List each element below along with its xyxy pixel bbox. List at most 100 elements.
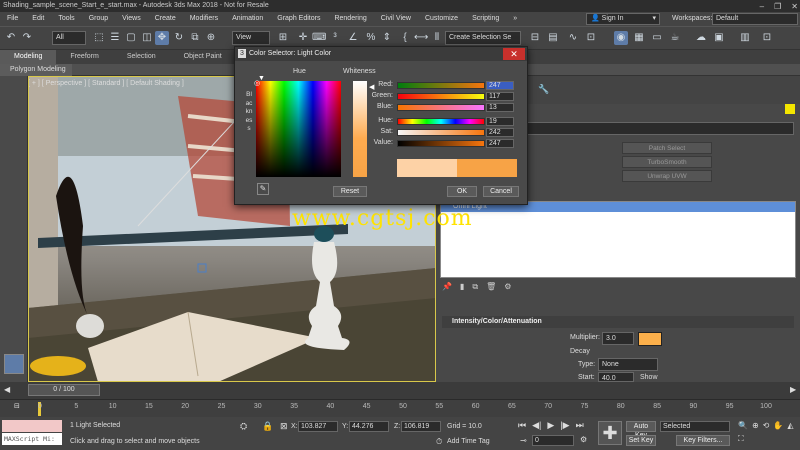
hue-slider[interactable]	[397, 118, 485, 125]
undo-icon[interactable]: ↶	[4, 31, 18, 45]
time-slider[interactable]: ◀ 0 / 100 ▶	[0, 382, 800, 399]
orbit-icon[interactable]: ⟲	[763, 421, 770, 430]
field-of-view-icon[interactable]: ◭	[787, 421, 793, 430]
redo-icon[interactable]: ↷	[20, 31, 34, 45]
utilities-icon[interactable]: 🔧	[538, 84, 549, 95]
set-key-plus-button[interactable]: ✚	[598, 421, 622, 445]
z-coord-field[interactable]: 106.819	[401, 421, 441, 432]
time-config-icon[interactable]: ⚙	[580, 435, 587, 444]
track-bar[interactable]: ⊟ 0 5 10 15 20 25 30 35 40 45 50 55 60 65 70 75 80 85 90 95…	[0, 399, 800, 417]
align-icon[interactable]: ⫴	[430, 31, 444, 45]
decay-type-dropdown[interactable]: None	[598, 358, 658, 371]
scene-explorer-icon[interactable]: ⊟	[528, 31, 542, 45]
value-spinner[interactable]: 247	[486, 139, 514, 148]
absolute-mode-icon[interactable]: ⊠	[280, 421, 288, 432]
modifier-list-dropdown[interactable]	[526, 122, 794, 135]
maxscript-listener[interactable]: MAXScript Mi:	[2, 433, 62, 445]
omni-light-gizmo[interactable]	[197, 263, 207, 273]
object-color-swatch[interactable]	[785, 104, 795, 114]
viewport-layout-icon[interactable]: ▥	[738, 31, 752, 45]
prev-frame-icon[interactable]: ◀	[4, 385, 10, 394]
sign-in-dropdown[interactable]: 👤 Sign In ▾	[586, 13, 660, 25]
auto-key-button[interactable]: Auto Key	[626, 421, 656, 439]
menu-civil-view[interactable]: Civil View	[374, 12, 418, 26]
material-editor-icon[interactable]: ◉	[614, 31, 628, 45]
x-coord-field[interactable]: 103.827	[298, 421, 338, 432]
viewport-label[interactable]: [ + ] [ Perspective ] [ Standard ] [ Def…	[28, 80, 184, 87]
pin-stack-icon[interactable]: 📌	[442, 282, 452, 292]
maxscript-listener-top[interactable]	[2, 420, 62, 432]
spinner-snap-icon[interactable]: ⇕	[380, 31, 394, 45]
time-tag-icon[interactable]: ⏱	[436, 437, 442, 447]
add-time-tag[interactable]: Add Time Tag	[447, 438, 490, 445]
play-icon[interactable]: ▶	[547, 420, 554, 431]
maximize-viewport-icon[interactable]: ⛶	[738, 434, 744, 444]
menu-modifiers[interactable]: Modifiers	[183, 12, 225, 26]
red-spinner[interactable]: 247	[486, 81, 514, 90]
menu-customize[interactable]: Customize	[418, 12, 465, 26]
configure-modifier-icon[interactable]: ⚙	[504, 282, 511, 292]
polygon-modeling-label[interactable]: Polygon Modeling	[0, 64, 72, 76]
window-crossing-icon[interactable]: ◫	[140, 31, 154, 45]
select-move-icon[interactable]: ✥	[155, 31, 169, 45]
percent-snap-icon[interactable]: %	[364, 31, 378, 45]
green-spinner[interactable]: 117	[486, 92, 514, 101]
zoom-icon[interactable]: 🔍	[738, 421, 748, 430]
a360-icon[interactable]: ▣	[712, 31, 726, 45]
pivot-icon[interactable]: ⊞	[276, 31, 290, 45]
rendered-frame-icon[interactable]: ▭	[650, 31, 664, 45]
menu-scripting[interactable]: Scripting	[465, 12, 506, 26]
rollout-intensity[interactable]: Intensity/Color/Attenuation	[442, 316, 794, 328]
blue-slider[interactable]	[397, 104, 485, 111]
menu-file[interactable]: File	[0, 12, 25, 26]
select-manipulate-icon[interactable]: ✛	[296, 31, 310, 45]
eyedropper-icon[interactable]: ✎	[257, 183, 269, 195]
scale-icon[interactable]: ⧉	[188, 31, 202, 45]
show-end-result-icon[interactable]: ▮	[460, 282, 464, 292]
set-key-button[interactable]: Set Key	[626, 435, 656, 446]
multiplier-spinner[interactable]: 3.0	[602, 332, 634, 345]
dialog-title-bar[interactable]: 3 Color Selector: Light Color ✕	[235, 47, 527, 61]
previous-key-icon[interactable]: ◀|	[532, 420, 541, 431]
app-icon[interactable]: ⊡	[760, 31, 774, 45]
menu-graph-editors[interactable]: Graph Editors	[270, 12, 327, 26]
curve-editor-icon[interactable]: ∿	[566, 31, 580, 45]
layer-explorer-icon[interactable]: ▤	[546, 31, 560, 45]
reset-button[interactable]: Reset	[333, 186, 367, 197]
select-object-icon[interactable]: ⬚	[92, 31, 106, 45]
mirror-icon[interactable]: ⟷	[414, 31, 428, 45]
select-by-name-icon[interactable]: ☰	[108, 31, 122, 45]
y-coord-field[interactable]: 44.276	[349, 421, 389, 432]
rect-selection-icon[interactable]: ▢	[124, 31, 138, 45]
menu-create[interactable]: Create	[148, 12, 183, 26]
render-icon[interactable]: ☕	[668, 31, 682, 45]
key-set-dropdown[interactable]: Selected	[660, 421, 730, 432]
menu-views[interactable]: Views	[115, 12, 148, 26]
tab-object-paint[interactable]: Object Paint	[170, 50, 236, 64]
keyboard-shortcut-icon[interactable]: ⌨	[312, 31, 326, 45]
key-mode-icon[interactable]: ⊸	[520, 436, 527, 445]
isolate-selection-icon[interactable]: ⛭	[240, 421, 247, 432]
red-slider[interactable]	[397, 82, 485, 89]
menu-overflow[interactable]: »	[506, 12, 524, 26]
menu-group[interactable]: Group	[82, 12, 115, 26]
named-selection-dropdown[interactable]: Create Selection Se	[445, 31, 521, 45]
time-slider-handle[interactable]: 0 / 100	[28, 384, 100, 396]
unwrap-uvw-button[interactable]: Unwrap UVW	[622, 170, 712, 182]
tab-selection[interactable]: Selection	[113, 50, 170, 64]
reference-coord-dropdown[interactable]: View	[232, 31, 270, 45]
blue-spinner[interactable]: 13	[486, 103, 514, 112]
sat-slider[interactable]	[397, 129, 485, 136]
modifier-stack[interactable]: Omni Light	[440, 201, 796, 278]
rotate-icon[interactable]: ↻	[172, 31, 186, 45]
dialog-close-button[interactable]: ✕	[503, 48, 525, 60]
hue-blackness-picker[interactable]: ◎	[254, 80, 341, 177]
menu-rendering[interactable]: Rendering	[327, 12, 373, 26]
snaps-toggle-icon[interactable]: ³	[328, 31, 342, 45]
menu-tools[interactable]: Tools	[51, 12, 81, 26]
decay-show-checkbox[interactable]: Show	[640, 374, 658, 381]
viewport-layout-tab[interactable]	[4, 354, 24, 374]
schematic-view-icon[interactable]: ⊡	[584, 31, 598, 45]
pan-icon[interactable]: ✋	[773, 421, 783, 430]
workspaces-dropdown[interactable]: Default	[712, 13, 798, 25]
